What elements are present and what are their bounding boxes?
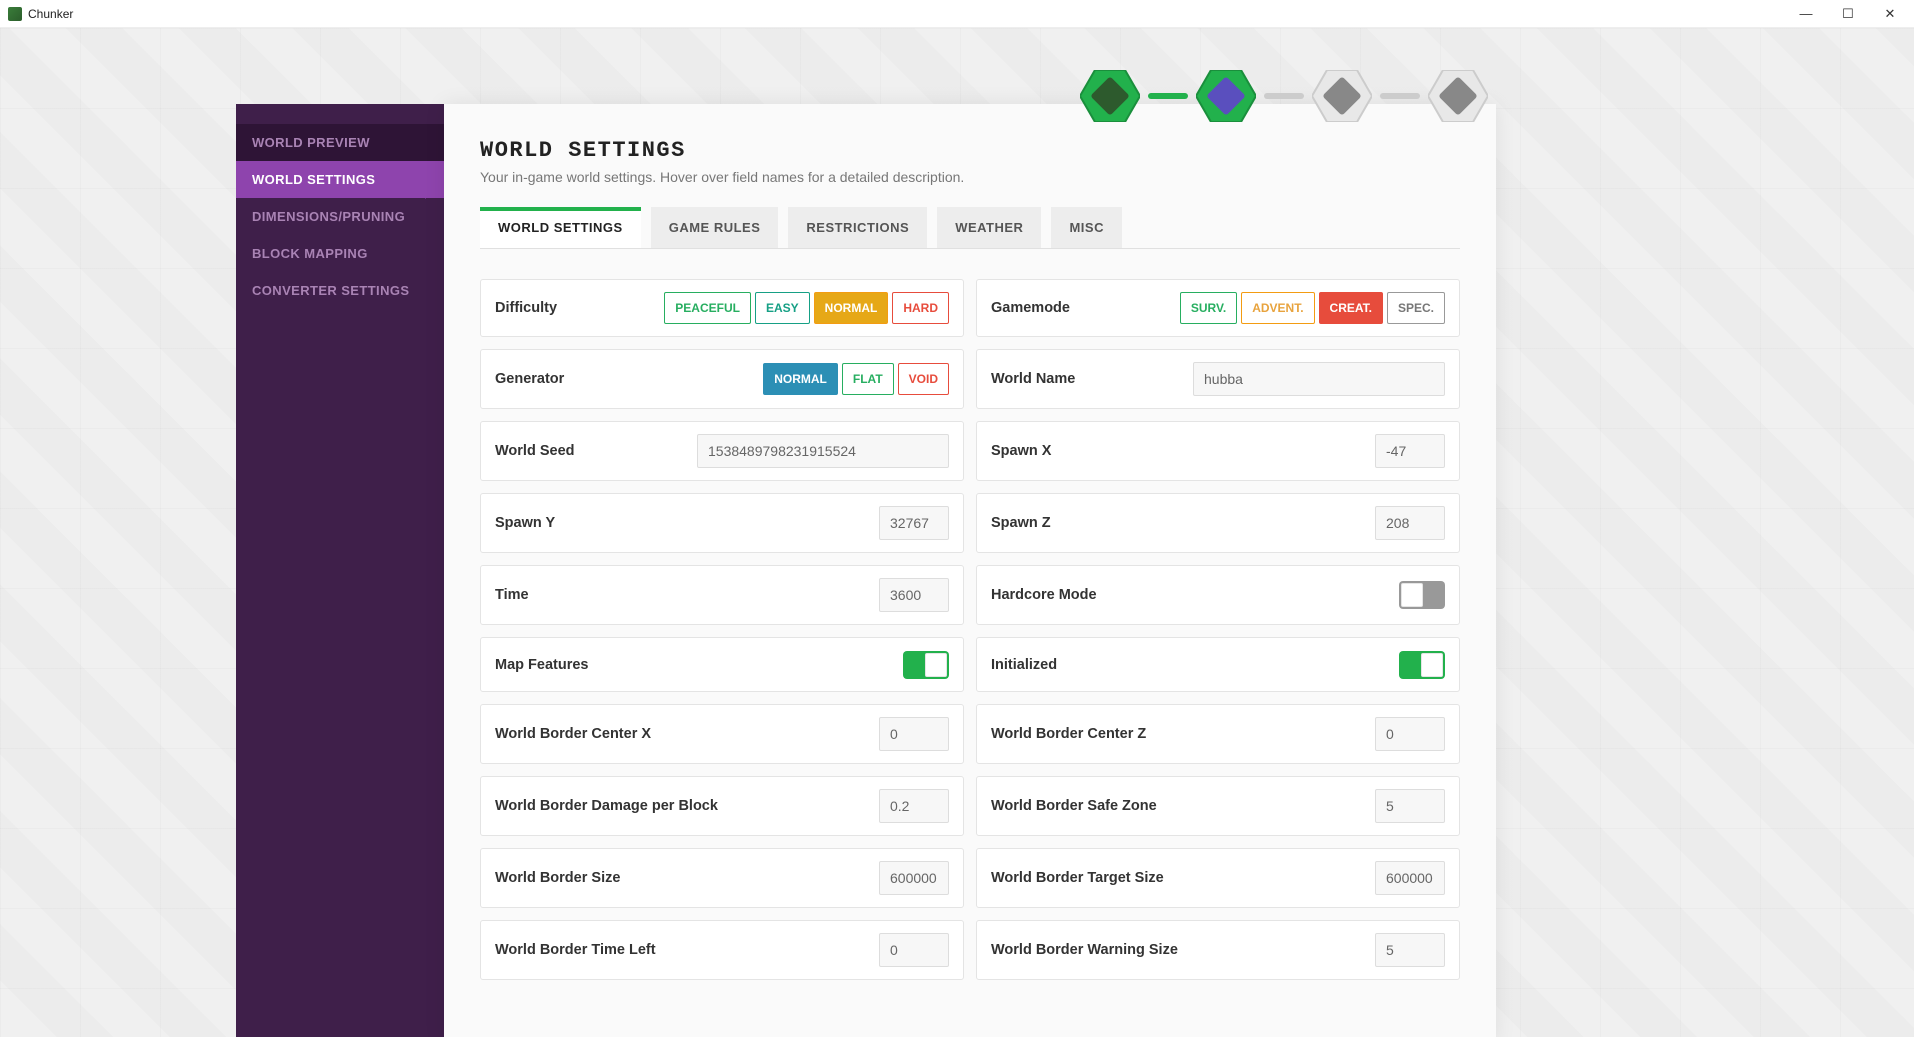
wb-center-z-input[interactable]: [1375, 717, 1445, 751]
spawn-y-input[interactable]: [879, 506, 949, 540]
generator-normal-button[interactable]: NORMAL: [763, 363, 838, 395]
setting-time: Time: [480, 565, 964, 625]
initialized-toggle[interactable]: [1399, 651, 1445, 679]
setting-hardcore: Hardcore Mode: [976, 565, 1460, 625]
setting-spawn-z: Spawn Z: [976, 493, 1460, 553]
titlebar: Chunker — ☐ ✕: [0, 0, 1914, 28]
setting-wb-damage: World Border Damage per Block: [480, 776, 964, 836]
sidebar-item-converter-settings[interactable]: CONVERTER SETTINGS: [236, 272, 444, 309]
tab-game-rules[interactable]: GAME RULES: [651, 207, 779, 248]
setting-label: World Border Damage per Block: [495, 798, 718, 814]
window-minimize-button[interactable]: —: [1786, 2, 1826, 26]
page-title: WORLD SETTINGS: [480, 138, 1460, 163]
tab-restrictions[interactable]: RESTRICTIONS: [788, 207, 927, 248]
tab-misc[interactable]: MISC: [1051, 207, 1122, 248]
setting-label: Spawn X: [991, 443, 1051, 459]
setting-label: World Seed: [495, 443, 575, 459]
setting-label: Generator: [495, 371, 564, 387]
world-seed-input[interactable]: [697, 434, 949, 468]
difficulty-easy-button[interactable]: EASY: [755, 292, 810, 324]
setting-label: World Name: [991, 371, 1075, 387]
wb-damage-input[interactable]: [879, 789, 949, 823]
window-title: Chunker: [28, 7, 73, 21]
sidebar: WORLD PREVIEW WORLD SETTINGS DIMENSIONS/…: [236, 104, 444, 1037]
setting-initialized: Initialized: [976, 637, 1460, 692]
window-close-button[interactable]: ✕: [1870, 2, 1910, 26]
setting-label: Time: [495, 587, 529, 603]
spawn-z-input[interactable]: [1375, 506, 1445, 540]
app-icon: [8, 7, 22, 21]
wb-center-x-input[interactable]: [879, 717, 949, 751]
sidebar-item-world-settings[interactable]: WORLD SETTINGS: [236, 161, 444, 198]
setting-wb-warn-size: World Border Warning Size: [976, 920, 1460, 980]
setting-wb-time-left: World Border Time Left: [480, 920, 964, 980]
step-connector-2: [1264, 93, 1304, 99]
step-connector-3: [1380, 93, 1420, 99]
setting-label: World Border Size: [495, 870, 620, 886]
setting-label: Initialized: [991, 657, 1057, 673]
generator-void-button[interactable]: VOID: [898, 363, 949, 395]
setting-wb-safe-zone: World Border Safe Zone: [976, 776, 1460, 836]
step-1-icon: [1080, 70, 1140, 122]
wb-size-input[interactable]: [879, 861, 949, 895]
sidebar-item-world-preview[interactable]: WORLD PREVIEW: [236, 124, 444, 161]
sidebar-item-dimensions-pruning[interactable]: DIMENSIONS/PRUNING: [236, 198, 444, 235]
setting-wb-center-z: World Border Center Z: [976, 704, 1460, 764]
setting-label: World Border Warning Size: [991, 942, 1178, 958]
setting-world-name: World Name: [976, 349, 1460, 409]
setting-label: Spawn Z: [991, 515, 1051, 531]
map-features-toggle[interactable]: [903, 651, 949, 679]
setting-label: World Border Time Left: [495, 942, 656, 958]
hardcore-toggle[interactable]: [1399, 581, 1445, 609]
tab-world-settings[interactable]: WORLD SETTINGS: [480, 207, 641, 248]
wb-warn-size-input[interactable]: [1375, 933, 1445, 967]
world-name-input[interactable]: [1193, 362, 1445, 396]
step-3-icon: [1312, 70, 1372, 122]
setting-spawn-y: Spawn Y: [480, 493, 964, 553]
wb-target-size-input[interactable]: [1375, 861, 1445, 895]
time-input[interactable]: [879, 578, 949, 612]
setting-wb-center-x: World Border Center X: [480, 704, 964, 764]
difficulty-peaceful-button[interactable]: PEACEFUL: [664, 292, 751, 324]
setting-label: World Border Center Z: [991, 726, 1146, 742]
sidebar-item-block-mapping[interactable]: BLOCK MAPPING: [236, 235, 444, 272]
gamemode-adventure-button[interactable]: ADVENT.: [1241, 292, 1314, 324]
setting-generator: Generator NORMAL FLAT VOID: [480, 349, 964, 409]
generator-flat-button[interactable]: FLAT: [842, 363, 894, 395]
setting-wb-size: World Border Size: [480, 848, 964, 908]
setting-map-features: Map Features: [480, 637, 964, 692]
setting-gamemode: Gamemode SURV. ADVENT. CREAT. SPEC.: [976, 279, 1460, 337]
setting-wb-target-size: World Border Target Size: [976, 848, 1460, 908]
step-connector-1: [1148, 93, 1188, 99]
setting-label: World Border Target Size: [991, 870, 1164, 886]
progress-stepper: [1080, 70, 1488, 122]
setting-label: Spawn Y: [495, 515, 555, 531]
gamemode-survival-button[interactable]: SURV.: [1180, 292, 1237, 324]
page-subtitle: Your in-game world settings. Hover over …: [480, 169, 1460, 185]
difficulty-hard-button[interactable]: HARD: [892, 292, 949, 324]
settings-grid: Difficulty PEACEFUL EASY NORMAL HARD Gam…: [480, 279, 1460, 980]
setting-label: Hardcore Mode: [991, 587, 1097, 603]
setting-label: World Border Safe Zone: [991, 798, 1157, 814]
spawn-x-input[interactable]: [1375, 434, 1445, 468]
setting-label: Difficulty: [495, 300, 557, 316]
window-maximize-button[interactable]: ☐: [1828, 2, 1868, 26]
setting-spawn-x: Spawn X: [976, 421, 1460, 481]
wb-time-left-input[interactable]: [879, 933, 949, 967]
step-4-icon: [1428, 70, 1488, 122]
main-panel: WORLD SETTINGS Your in-game world settin…: [444, 104, 1496, 1037]
setting-label: World Border Center X: [495, 726, 651, 742]
setting-label: Map Features: [495, 657, 588, 673]
gamemode-creative-button[interactable]: CREAT.: [1319, 292, 1383, 324]
setting-difficulty: Difficulty PEACEFUL EASY NORMAL HARD: [480, 279, 964, 337]
difficulty-normal-button[interactable]: NORMAL: [814, 292, 889, 324]
setting-label: Gamemode: [991, 300, 1070, 316]
step-2-icon: [1196, 70, 1256, 122]
gamemode-spectator-button[interactable]: SPEC.: [1387, 292, 1445, 324]
setting-world-seed: World Seed: [480, 421, 964, 481]
wb-safe-zone-input[interactable]: [1375, 789, 1445, 823]
tabs: WORLD SETTINGS GAME RULES RESTRICTIONS W…: [480, 207, 1460, 249]
tab-weather[interactable]: WEATHER: [937, 207, 1041, 248]
